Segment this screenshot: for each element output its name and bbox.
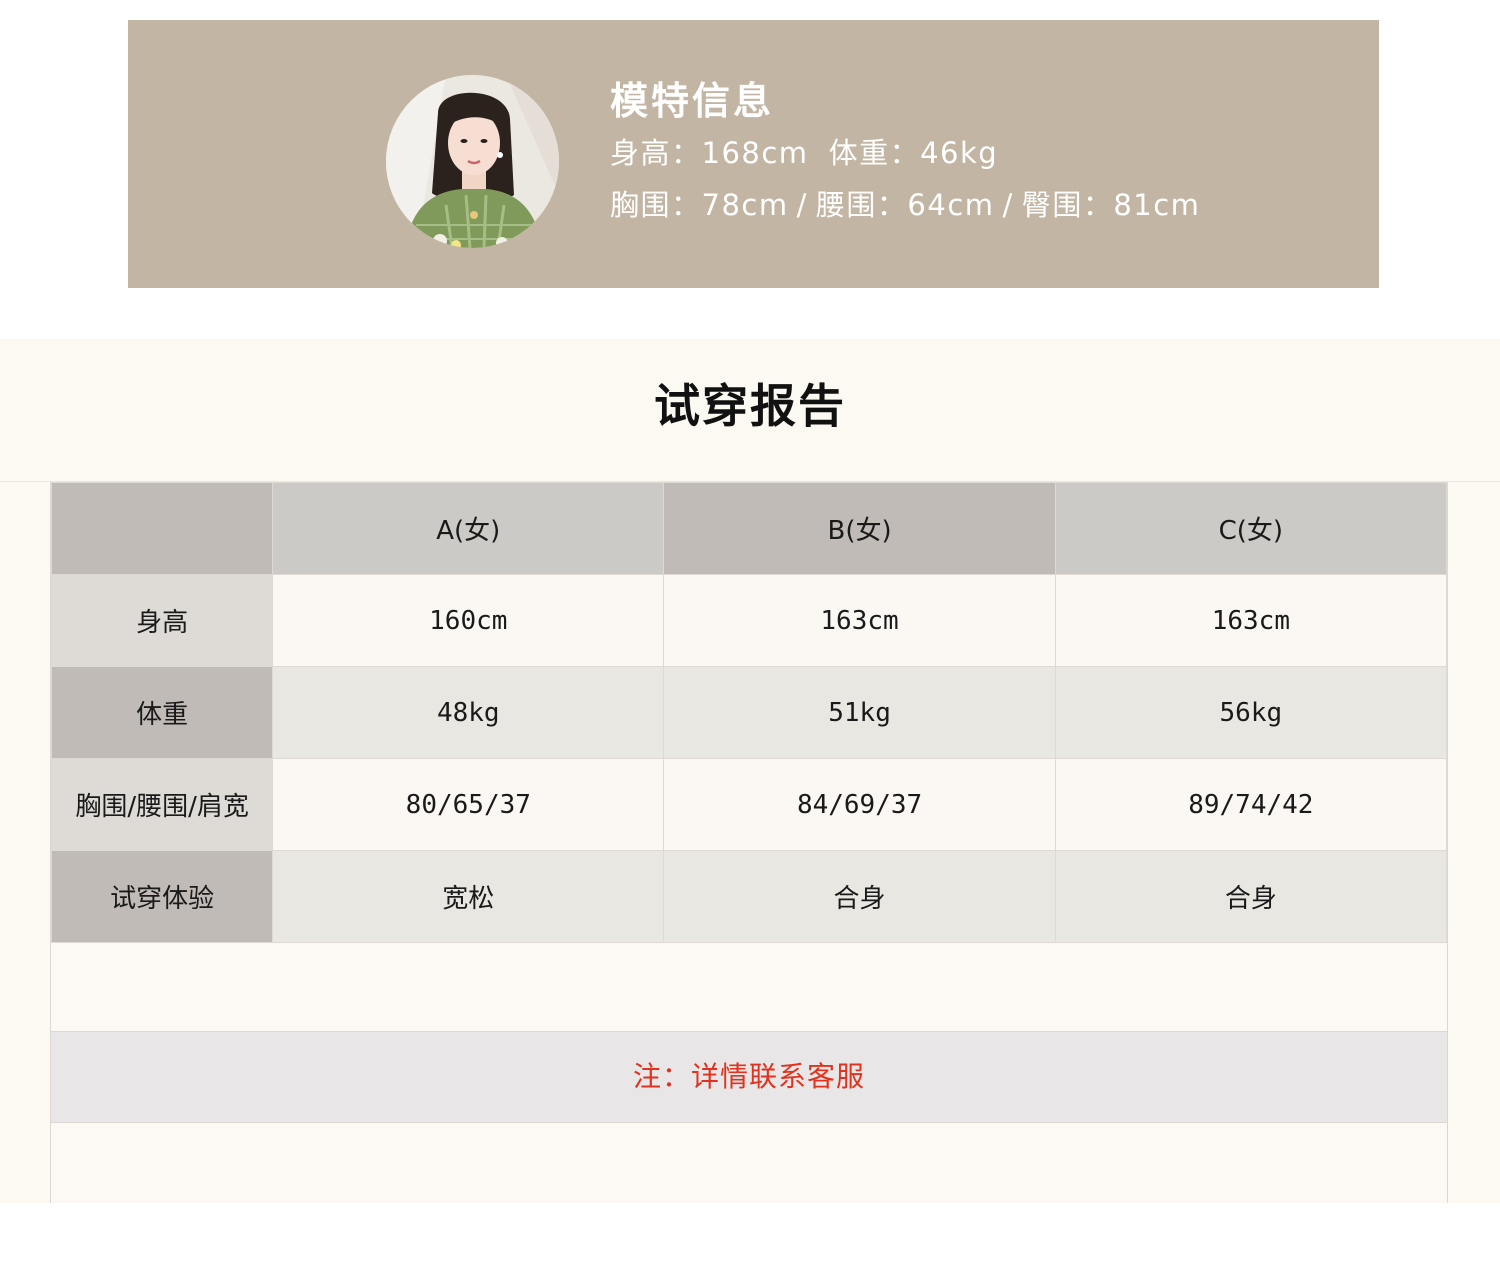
table-cell: 89/74/42 — [1054, 758, 1448, 851]
row-label: 体重 — [50, 666, 274, 759]
table-row: 体重 48kg 51kg 56kg — [50, 666, 1448, 759]
report-panel: A(女) B(女) C(女) 身高 160cm 163cm 163cm 体重 4… — [50, 482, 1448, 1203]
fitting-report-section: 试穿报告 A(女) B(女) C(女) 身高 160cm 163cm 163cm… — [0, 339, 1500, 1203]
table-cell: 84/69/37 — [663, 758, 1056, 851]
table-cell: 48kg — [272, 666, 665, 759]
row-label: 胸围/腰围/肩宽 — [50, 758, 274, 851]
model-portrait-icon — [386, 75, 559, 248]
report-title: 试穿报告 — [654, 379, 846, 433]
model-bust-value: 78cm — [701, 188, 789, 222]
model-separator: / — [1002, 188, 1014, 222]
table-row: 试穿体验 宽松 合身 合身 — [50, 850, 1448, 943]
model-weight-label: 体重： — [828, 136, 921, 170]
model-height-weight: 身高：168cm 体重：46kg — [610, 127, 1200, 179]
note-text: 注：详情联系客服 — [51, 1031, 1447, 1123]
table-cell: 56kg — [1054, 666, 1448, 759]
model-bust-label: 胸围： — [610, 188, 702, 222]
table-row: 身高 160cm 163cm 163cm — [50, 574, 1448, 667]
table-cell: 合身 — [663, 850, 1056, 943]
table-cell: 163cm — [1054, 574, 1448, 667]
table-header-row: A(女) B(女) C(女) — [50, 482, 1448, 575]
row-label: 试穿体验 — [50, 850, 274, 943]
table-row: 胸围/腰围/肩宽 80/65/37 84/69/37 89/74/42 — [50, 758, 1448, 851]
model-height-label: 身高： — [610, 136, 702, 170]
model-separator: / — [796, 188, 808, 222]
column-header-a: A(女) — [272, 482, 665, 575]
table-cell: 80/65/37 — [272, 758, 665, 851]
model-hip-label: 臀围： — [1021, 188, 1114, 222]
model-hip-value: 81cm — [1113, 188, 1201, 222]
table-cell: 合身 — [1054, 850, 1448, 943]
column-header-c: C(女) — [1054, 482, 1448, 575]
table-header-corner — [50, 482, 274, 575]
table-cell: 163cm — [663, 574, 1056, 667]
model-avatar — [386, 75, 559, 248]
row-label: 身高 — [50, 574, 274, 667]
table-cell: 160cm — [272, 574, 665, 667]
report-table: A(女) B(女) C(女) 身高 160cm 163cm 163cm 体重 4… — [50, 482, 1448, 943]
model-waist-value: 64cm — [907, 188, 995, 222]
model-measurements: 胸围：78cm / 腰围：64cm / 臀围：81cm — [610, 179, 1200, 231]
column-header-b: B(女) — [663, 482, 1056, 575]
model-height-value: 168cm — [701, 136, 809, 170]
model-weight-value: 46kg — [920, 136, 999, 170]
model-text: 模特信息 身高：168cm 体重：46kg 胸围：78cm / 腰围：64cm / 臀围：… — [610, 75, 1200, 231]
model-info-banner: 模特信息 身高：168cm 体重：46kg 胸围：78cm / 腰围：64cm / 臀围：… — [128, 20, 1379, 288]
model-waist-label: 腰围： — [815, 188, 908, 222]
table-cell: 51kg — [663, 666, 1056, 759]
model-title: 模特信息 — [610, 79, 775, 123]
table-cell: 宽松 — [272, 850, 665, 943]
